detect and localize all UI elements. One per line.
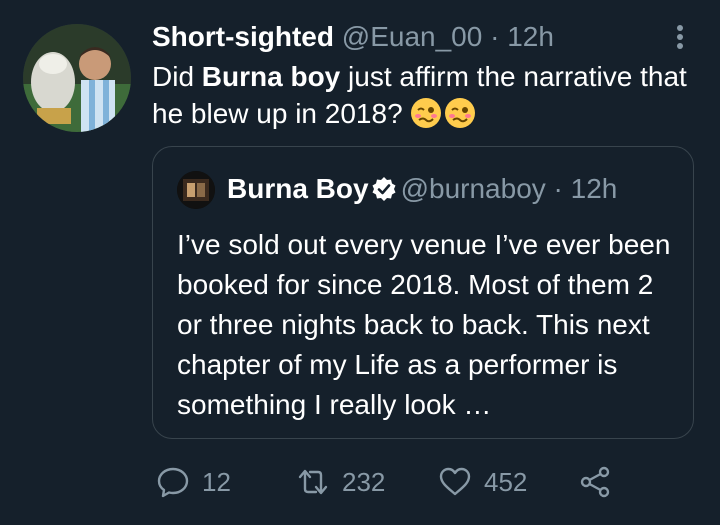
quoted-tweet-header: Burna Boy @burnaboy · 12h [227, 171, 617, 207]
tweet-actions: 12 232 452 [156, 462, 626, 502]
more-options-button[interactable] [668, 22, 692, 52]
reply-count: 12 [202, 466, 231, 497]
share-icon [580, 466, 610, 498]
woozy-face-emoji-icon [445, 98, 476, 128]
verified-badge-icon [372, 177, 396, 201]
heart-icon [439, 467, 471, 496]
header-separator: · [490, 21, 500, 52]
like-count: 452 [484, 466, 528, 497]
retweet-button[interactable]: 232 [296, 462, 385, 502]
like-button[interactable]: 452 [438, 462, 527, 502]
avatar-image [23, 24, 131, 132]
reply-button[interactable]: 12 [156, 462, 231, 502]
tweet-text-part: Did [152, 61, 202, 92]
tweet-text-bold: Burna boy [201, 61, 341, 92]
quoted-author-name[interactable]: Burna Boy [227, 173, 369, 204]
tweet-time[interactable]: 12h [507, 21, 554, 52]
retweet-icon [298, 469, 328, 495]
author-name[interactable]: Short-sighted [152, 21, 334, 52]
woozy-face-emoji-icon [411, 98, 442, 128]
quoted-tweet-text: I’ve sold out every venue I’ve ever been… [177, 229, 671, 420]
author-avatar[interactable] [23, 24, 131, 132]
quoted-header-separator: · [553, 173, 563, 204]
author-handle[interactable]: @Euan_00 [342, 21, 483, 52]
more-vertical-icon [677, 25, 683, 49]
quoted-avatar-image [177, 171, 215, 209]
quoted-tweet[interactable]: Burna Boy @burnaboy · 12h I’ve sold out … [152, 146, 694, 439]
quoted-tweet-time[interactable]: 12h [571, 173, 618, 204]
quoted-author-handle[interactable]: @burnaboy [401, 173, 546, 204]
tweet-text: Did Burna boy just affirm the narrative … [152, 58, 692, 132]
retweet-count: 232 [342, 466, 386, 497]
quoted-author-avatar[interactable] [177, 171, 215, 209]
tweet-header: Short-sighted @Euan_00 · 12h [152, 20, 554, 54]
share-button[interactable] [578, 462, 624, 502]
reply-icon [157, 467, 189, 498]
